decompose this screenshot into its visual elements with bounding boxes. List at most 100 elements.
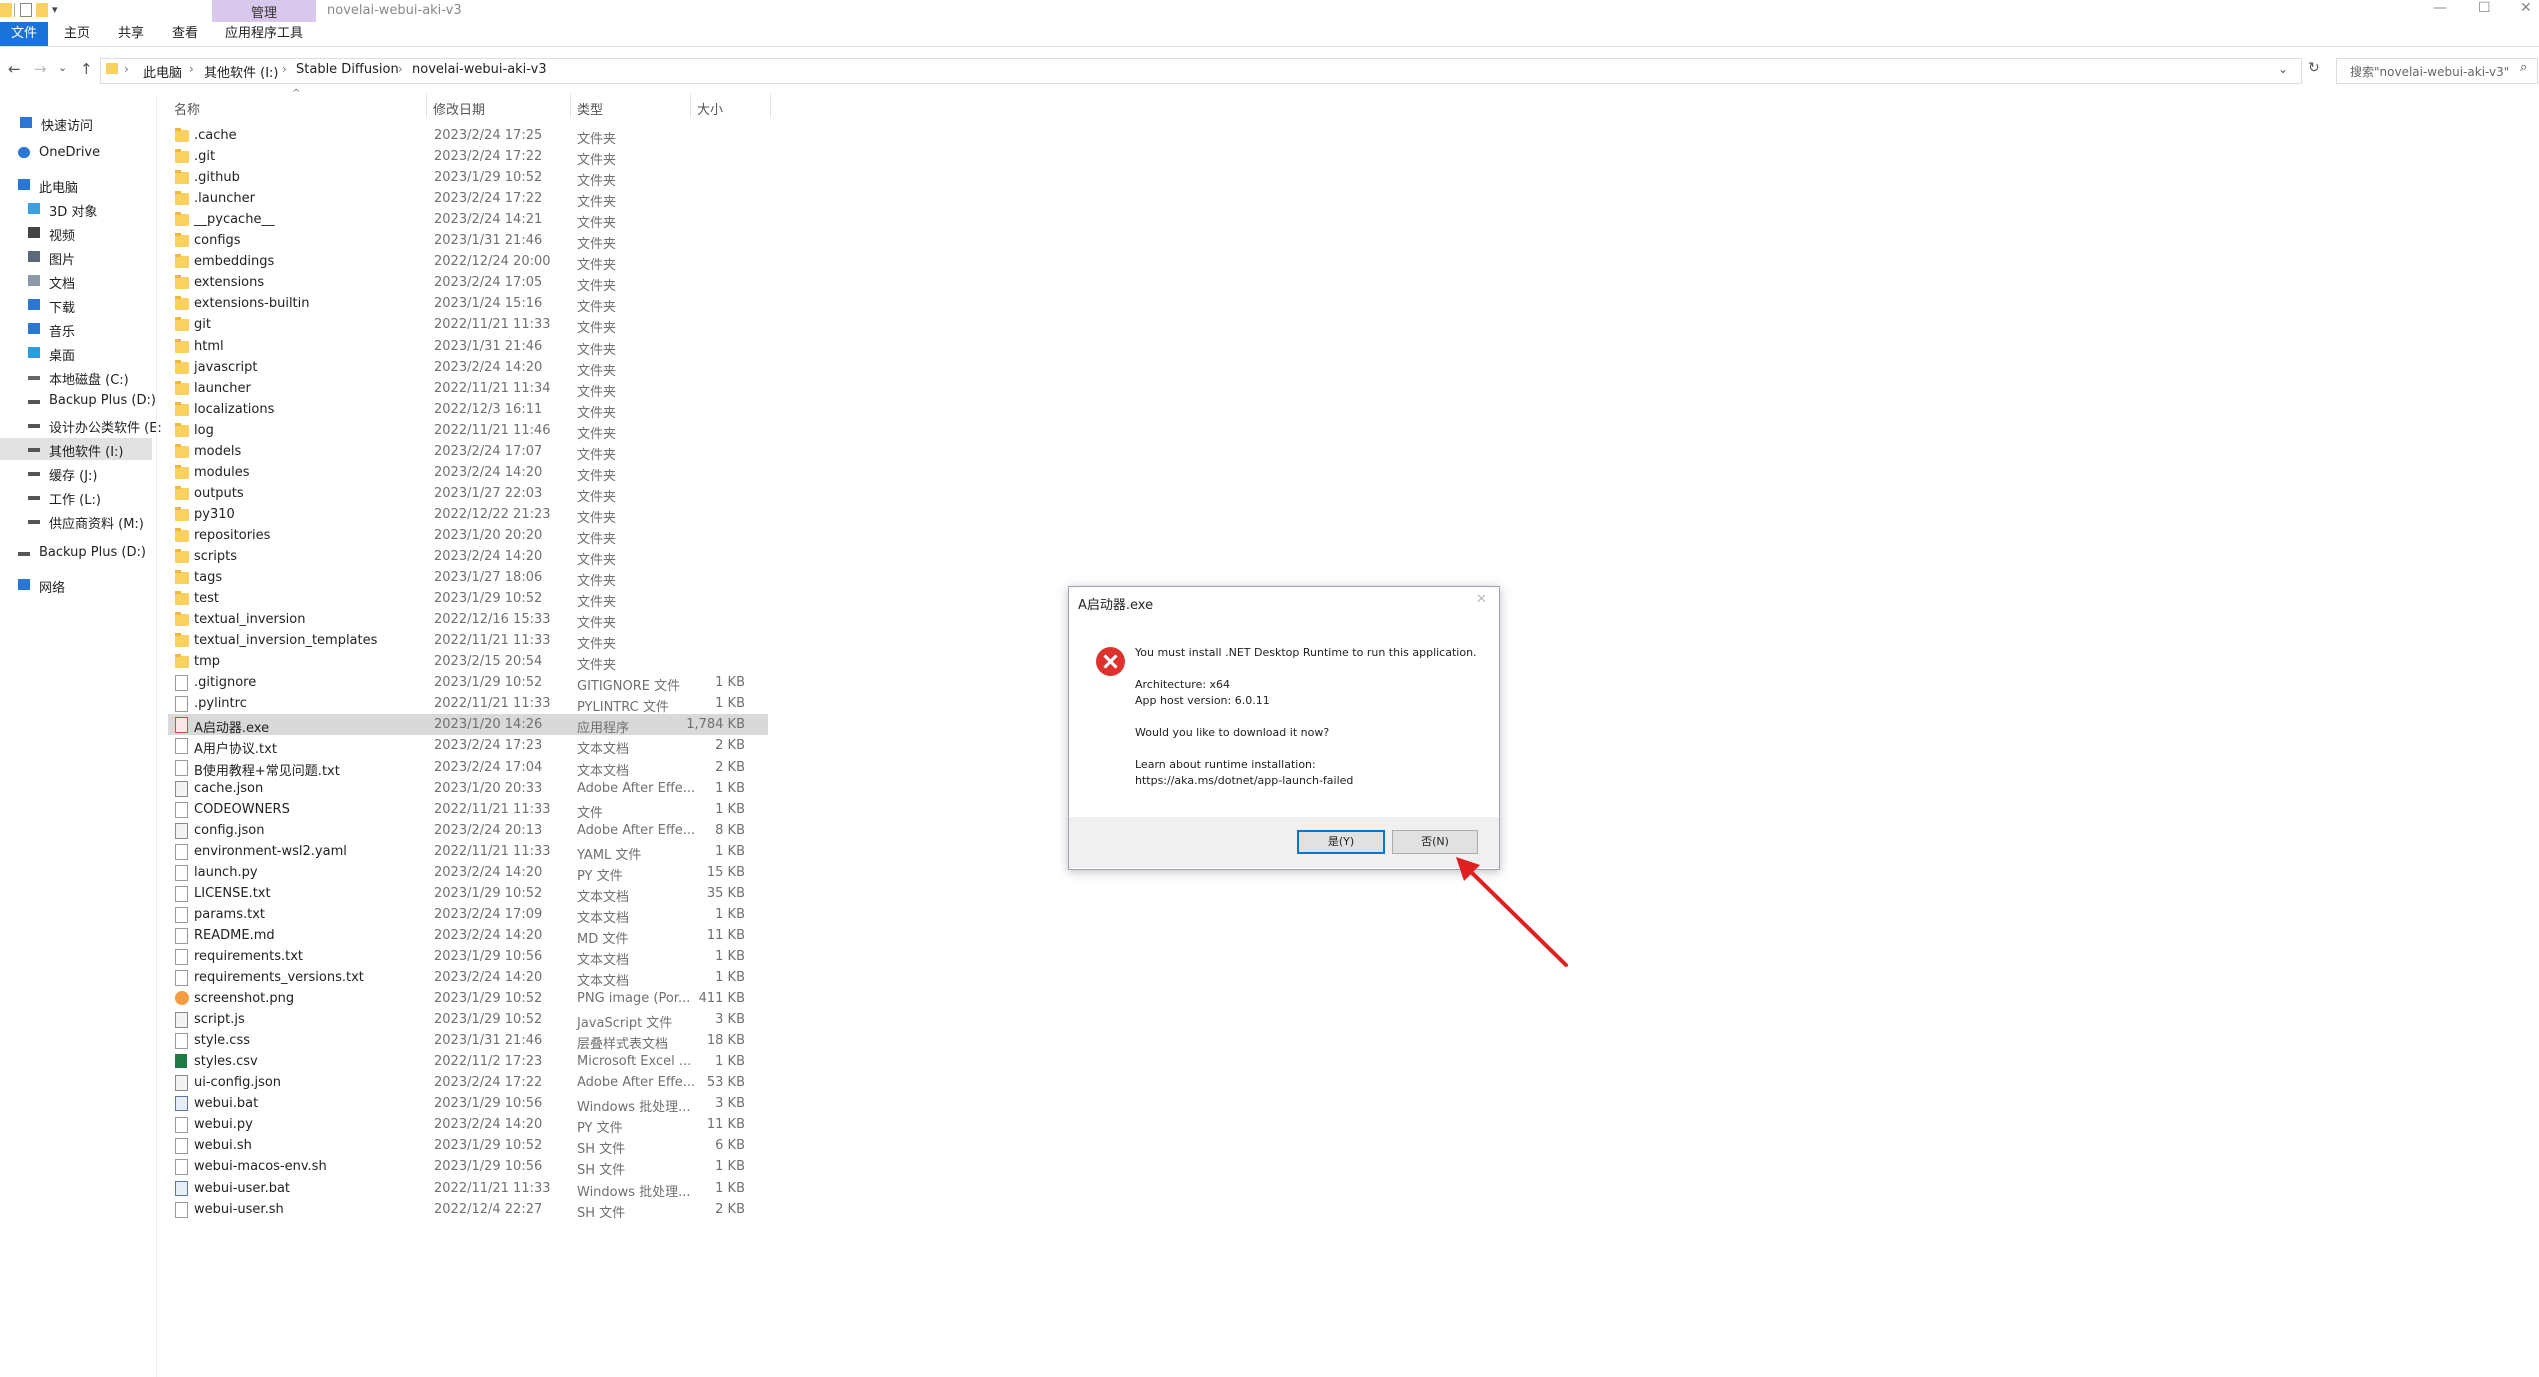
file-row[interactable]: log 2022/11/21 11:46 文件夹: [168, 420, 768, 442]
file-row[interactable]: models 2023/2/24 17:07 文件夹: [168, 441, 768, 463]
file-row[interactable]: configs 2023/1/31 21:46 文件夹: [168, 230, 768, 252]
chevron-right-icon[interactable]: ›: [282, 62, 287, 76]
file-row[interactable]: A用户协议.txt 2023/2/24 17:23 文本文档 2 KB: [168, 735, 768, 757]
file-row[interactable]: repositories 2023/1/20 20:20 文件夹: [168, 525, 768, 547]
column-separator[interactable]: [426, 94, 427, 118]
file-row[interactable]: ui-config.json 2023/2/24 17:22 Adobe After…: [168, 1072, 768, 1093]
sidebar-item[interactable]: 其他软件 (I:): [0, 438, 152, 460]
forward-arrow-icon[interactable]: →: [34, 60, 47, 78]
dialog-link[interactable]: https://aka.ms/dotnet/app-launch-failed: [1135, 774, 1353, 787]
close-window-button[interactable]: ✕: [2520, 0, 2532, 16]
file-row[interactable]: CODEOWNERS 2022/11/21 11:33 文件 1 KB: [168, 799, 768, 821]
sidebar-item[interactable]: 工作 (L:): [0, 486, 152, 508]
column-header-name[interactable]: 名称: [174, 99, 200, 118]
sidebar-item[interactable]: 供应商资料 (M:): [0, 510, 152, 532]
crumb-stable-diffusion[interactable]: Stable Diffusion: [296, 62, 399, 77]
file-row[interactable]: localizations 2022/12/3 16:11 文件夹: [168, 399, 768, 421]
file-row[interactable]: LICENSE.txt 2023/1/29 10:52 文本文档 35 KB: [168, 883, 768, 905]
file-row[interactable]: cache.json 2023/1/20 20:33 Adobe After Eff…: [168, 778, 768, 799]
file-row[interactable]: requirements.txt 2023/1/29 10:56 文本文档 1 KB: [168, 946, 768, 968]
file-row[interactable]: __pycache__ 2023/2/24 14:21 文件夹: [168, 209, 768, 231]
column-separator[interactable]: [570, 94, 571, 118]
sidebar-item[interactable]: 网络: [0, 574, 152, 596]
file-row[interactable]: textual_inversion_templates 2022/11/21 11…: [168, 630, 768, 652]
file-row[interactable]: script.js 2023/1/29 10:52 JavaScript 文件 3 K…: [168, 1009, 768, 1031]
sidebar-item[interactable]: 图片: [0, 246, 152, 268]
file-row[interactable]: .github 2023/1/29 10:52 文件夹: [168, 167, 768, 189]
file-row[interactable]: textual_inversion 2022/12/16 15:33 文件夹: [168, 609, 768, 631]
sidebar-item[interactable]: OneDrive: [0, 142, 152, 164]
file-row[interactable]: modules 2023/2/24 14:20 文件夹: [168, 462, 768, 484]
file-row[interactable]: launch.py 2023/2/24 14:20 PY 文件 15 KB: [168, 862, 768, 884]
file-row[interactable]: webui.py 2023/2/24 14:20 PY 文件 11 KB: [168, 1114, 768, 1136]
file-row[interactable]: README.md 2023/2/24 14:20 MD 文件 11 KB: [168, 925, 768, 947]
no-button[interactable]: 否(N): [1392, 830, 1478, 854]
tab-view[interactable]: 查看: [160, 22, 210, 46]
properties-icon[interactable]: [20, 3, 32, 17]
crumb-drive-i[interactable]: 其他软件 (I:): [204, 62, 279, 81]
file-row[interactable]: git 2022/11/21 11:33 文件夹: [168, 314, 768, 336]
yes-button[interactable]: 是(Y): [1297, 830, 1385, 854]
file-row[interactable]: requirements_versions.txt 2023/2/24 14:20…: [168, 967, 768, 989]
sidebar-item[interactable]: 缓存 (J:): [0, 462, 152, 484]
file-row[interactable]: B使用教程+常见问题.txt 2023/2/24 17:04 文本文档 2 KB: [168, 757, 768, 779]
sidebar-item[interactable]: 3D 对象: [0, 198, 152, 220]
chevron-right-icon[interactable]: ›: [189, 62, 194, 76]
recent-chevron-icon[interactable]: ⌄: [58, 61, 67, 74]
file-row[interactable]: tmp 2023/2/15 20:54 文件夹: [168, 651, 768, 673]
file-row[interactable]: config.json 2023/2/24 20:13 Adobe After Ef…: [168, 820, 768, 841]
crumb-this-pc[interactable]: 此电脑: [143, 62, 182, 81]
file-row[interactable]: test 2023/1/29 10:52 文件夹: [168, 588, 768, 610]
sidebar-item[interactable]: 此电脑: [0, 174, 152, 196]
address-dropdown-icon[interactable]: ⌄: [2278, 62, 2288, 76]
file-row[interactable]: extensions 2023/2/24 17:05 文件夹: [168, 272, 768, 294]
sidebar-item[interactable]: 桌面: [0, 342, 152, 364]
new-folder-icon[interactable]: [36, 3, 48, 17]
file-row[interactable]: webui.sh 2023/1/29 10:52 SH 文件 6 KB: [168, 1135, 768, 1157]
chevron-down-icon[interactable]: ▾: [52, 3, 64, 17]
column-header-type[interactable]: 类型: [577, 99, 603, 118]
crumb-current-folder[interactable]: novelai-webui-aki-v3: [412, 62, 547, 77]
search-icon[interactable]: ⌕: [2520, 60, 2527, 75]
dialog-close-button[interactable]: ✕: [1476, 592, 1487, 607]
file-row[interactable]: styles.csv 2022/11/2 17:23 Microsoft Excel…: [168, 1051, 768, 1072]
file-row[interactable]: webui-user.bat 2022/11/21 11:33 Windows 批处…: [168, 1178, 768, 1200]
file-row[interactable]: params.txt 2023/2/24 17:09 文本文档 1 KB: [168, 904, 768, 926]
column-header-date[interactable]: 修改日期: [433, 99, 485, 118]
file-row[interactable]: webui.bat 2023/1/29 10:56 Windows 批处理... 3 …: [168, 1093, 768, 1115]
file-row[interactable]: .git 2023/2/24 17:22 文件夹: [168, 146, 768, 168]
file-row[interactable]: scripts 2023/2/24 14:20 文件夹: [168, 546, 768, 568]
pane-divider[interactable]: [156, 95, 157, 1377]
file-row[interactable]: webui-user.sh 2022/12/4 22:27 SH 文件 2 KB: [168, 1199, 768, 1221]
file-row[interactable]: py310 2022/12/22 21:23 文件夹: [168, 504, 768, 526]
file-row[interactable]: style.css 2023/1/31 21:46 层叠样式表文档 18 KB: [168, 1030, 768, 1052]
file-row[interactable]: .launcher 2023/2/24 17:22 文件夹: [168, 188, 768, 210]
file-row[interactable]: .gitignore 2023/1/29 10:52 GITIGNORE 文件 1 K…: [168, 672, 768, 694]
sidebar-item[interactable]: 下载: [0, 294, 152, 316]
sidebar-item[interactable]: 快速访问: [0, 112, 152, 134]
column-separator[interactable]: [690, 94, 691, 118]
refresh-icon[interactable]: ↻: [2308, 60, 2320, 76]
tab-home[interactable]: 主页: [52, 22, 102, 46]
sidebar-item[interactable]: 本地磁盘 (C:): [0, 366, 152, 388]
chevron-right-icon[interactable]: ›: [124, 62, 129, 76]
tab-file[interactable]: 文件: [0, 22, 48, 46]
minimize-button[interactable]: —: [2433, 0, 2447, 16]
file-row[interactable]: outputs 2023/1/27 22:03 文件夹: [168, 483, 768, 505]
up-arrow-icon[interactable]: ↑: [80, 60, 93, 78]
sidebar-item[interactable]: 文档: [0, 270, 152, 292]
file-row[interactable]: extensions-builtin 2023/1/24 15:16 文件夹: [168, 293, 768, 315]
file-row[interactable]: webui-macos-env.sh 2023/1/29 10:56 SH 文件 1 …: [168, 1156, 768, 1178]
file-row[interactable]: embeddings 2022/12/24 20:00 文件夹: [168, 251, 768, 273]
sidebar-item[interactable]: Backup Plus (D:): [0, 390, 156, 412]
tab-share[interactable]: 共享: [106, 22, 156, 46]
file-row[interactable]: html 2023/1/31 21:46 文件夹: [168, 336, 768, 358]
file-row[interactable]: .pylintrc 2022/11/21 11:33 PYLINTRC 文件 1 KB: [168, 693, 768, 715]
sidebar-item[interactable]: 音乐: [0, 318, 152, 340]
column-separator[interactable]: [770, 94, 771, 118]
column-header-size[interactable]: 大小: [697, 99, 723, 118]
maximize-button[interactable]: ☐: [2478, 0, 2491, 16]
sidebar-item[interactable]: 设计办公类软件 (E:: [0, 414, 162, 436]
sidebar-item[interactable]: Backup Plus (D:): [0, 542, 152, 564]
file-row[interactable]: A启动器.exe 2023/1/20 14:26 应用程序 1,784 KB: [168, 714, 768, 736]
